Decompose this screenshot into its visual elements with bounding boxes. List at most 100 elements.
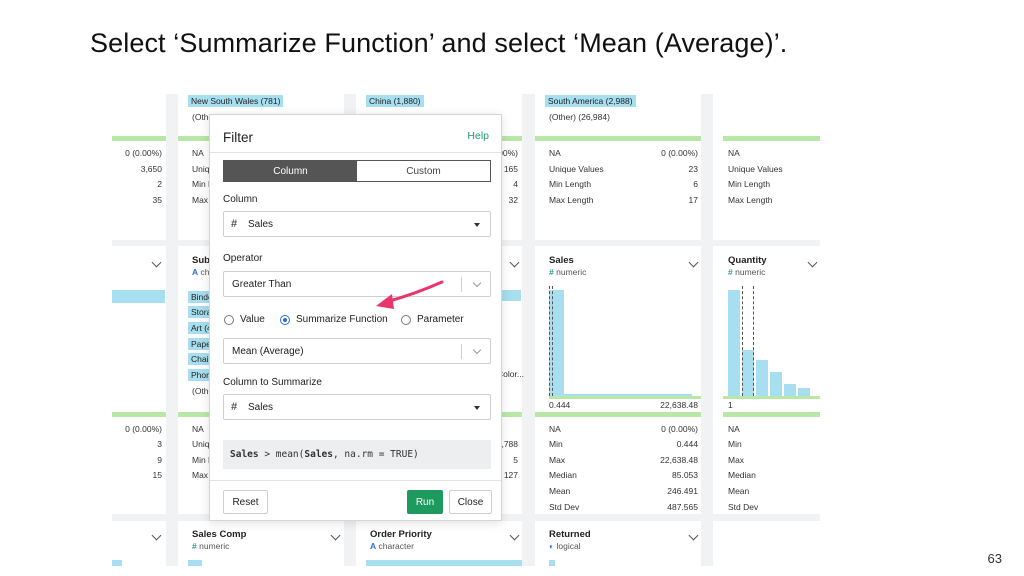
histogram-bar: [770, 372, 782, 396]
stat-value: 35: [152, 195, 162, 205]
toggle-icon: ◐: [549, 541, 555, 551]
code-token: Sales: [304, 449, 333, 460]
page-number: 63: [987, 551, 1002, 566]
dialog-title: Filter: [223, 130, 253, 145]
stat-label: Min Length: [728, 179, 771, 189]
stat-label: Min Length: [549, 179, 592, 189]
top-label-china: China (1,880): [366, 95, 424, 107]
stat-label: NA: [549, 424, 561, 434]
range-max: 22,638.48: [660, 400, 698, 410]
slide-title: Select ‘Summarize Function’ and select ‘…: [90, 28, 788, 58]
generated-code-preview: Sales > mean(Sales, na.rm = TRUE): [223, 440, 491, 469]
column-to-summarize-select[interactable]: # Sales: [223, 394, 491, 420]
stat-label: Unique Values: [549, 164, 604, 174]
stat-label: Max Length: [728, 195, 773, 205]
sales-card-title: Sales: [549, 255, 574, 266]
close-button[interactable]: Close: [449, 490, 492, 514]
stat-label: Min: [549, 439, 563, 449]
quantity-card-title: Quantity: [728, 255, 767, 266]
stat-value: 17: [688, 195, 698, 205]
hash-icon: #: [549, 267, 554, 277]
select-separator: [461, 277, 462, 292]
histogram-bar: [756, 360, 768, 396]
column-select[interactable]: # Sales: [223, 211, 491, 237]
histogram-bar: [784, 384, 796, 396]
code-token: > mean(: [258, 449, 305, 460]
stat-label: Min: [728, 439, 742, 449]
column-select-value: Sales: [248, 219, 274, 230]
stat-label: Max Length: [549, 195, 594, 205]
text-type-icon: A: [192, 267, 199, 277]
radio-summarize-function[interactable]: [280, 315, 290, 325]
column-custom-toggle: Column Custom: [223, 160, 491, 182]
stat-value: 0 (0.00%): [661, 148, 698, 158]
card-type: numeric: [556, 267, 587, 277]
category-bar: [366, 560, 522, 566]
na-bar: [549, 396, 701, 399]
top-label-other-col3: (Other) (26,984): [549, 112, 610, 122]
card-type: logical: [556, 541, 581, 551]
top-label-south-america: South America (2,988): [545, 95, 636, 107]
caret-down-icon: [474, 406, 480, 410]
radio-parameter[interactable]: [401, 315, 411, 325]
stat-value: 0 (0.00%): [661, 424, 698, 434]
hash-icon: #: [231, 218, 238, 230]
stat-label: Mean: [728, 486, 750, 496]
summarize-select-value: Sales: [248, 402, 274, 413]
help-link[interactable]: Help: [467, 130, 489, 142]
chevron-down-icon: [472, 278, 482, 288]
stat-label: Unique Values: [728, 164, 783, 174]
stat-value: 246.491: [667, 486, 698, 496]
card-title: Sales Comp: [192, 529, 247, 540]
radio-value-label[interactable]: Value: [240, 314, 265, 325]
tab-custom[interactable]: Custom: [357, 161, 490, 181]
stat-value: 23: [688, 164, 698, 174]
stat-label: NA: [549, 148, 561, 158]
stat-value: 0.444: [676, 439, 698, 449]
hash-icon: #: [192, 541, 197, 551]
value-type-radio-group: Value Summarize Function Parameter: [223, 314, 493, 328]
radio-value[interactable]: [224, 315, 234, 325]
summarize-function-select[interactable]: Mean (Average): [223, 338, 491, 364]
category-bar: [112, 290, 165, 303]
stat-value: 6: [693, 179, 698, 189]
category-bar: [549, 560, 555, 566]
stat-label: Std Dev: [728, 502, 759, 512]
annotation-arrow-icon: [376, 280, 444, 309]
tab-column[interactable]: Column: [224, 161, 357, 181]
divider: [210, 480, 501, 481]
stat-label: Max: [549, 455, 566, 465]
histogram-bar: [798, 388, 810, 396]
range-min: 1: [728, 400, 733, 410]
hash-icon: #: [231, 401, 238, 413]
na-bar: [112, 412, 166, 417]
stat-value: 3: [157, 439, 162, 449]
stat-value: 22,638.48: [660, 455, 698, 465]
stat-value: 15: [152, 470, 162, 480]
column-to-summarize-label: Column to Summarize: [223, 377, 322, 388]
column-label: Column: [223, 194, 258, 205]
operator-select[interactable]: Greater Than: [223, 271, 491, 297]
operator-select-value: Greater Than: [232, 279, 292, 290]
stat-label: Mean: [549, 486, 571, 496]
histogram-bar: [728, 290, 740, 396]
reset-button[interactable]: Reset: [223, 490, 268, 514]
mean-line: [549, 286, 550, 396]
stat-label: NA: [192, 424, 204, 434]
stat-label: Std Dev: [549, 502, 580, 512]
top-label-nsw: New South Wales (781): [188, 95, 284, 107]
na-bar: [535, 412, 701, 417]
run-button[interactable]: Run: [407, 490, 443, 514]
median-line: [753, 286, 754, 396]
hash-icon: #: [728, 267, 733, 277]
stat-value: 0 (0.00%): [125, 424, 162, 434]
stat-label: NA: [192, 148, 204, 158]
stat-label: Max: [728, 455, 745, 465]
na-bar: [112, 136, 166, 141]
card-type: numeric: [199, 541, 230, 551]
card-title: Order Priority: [370, 529, 432, 540]
na-bar: [535, 136, 701, 141]
na-bar: [723, 396, 820, 399]
stat-value: 9: [157, 455, 162, 465]
stat-value: 0 (0.00%): [125, 148, 162, 158]
